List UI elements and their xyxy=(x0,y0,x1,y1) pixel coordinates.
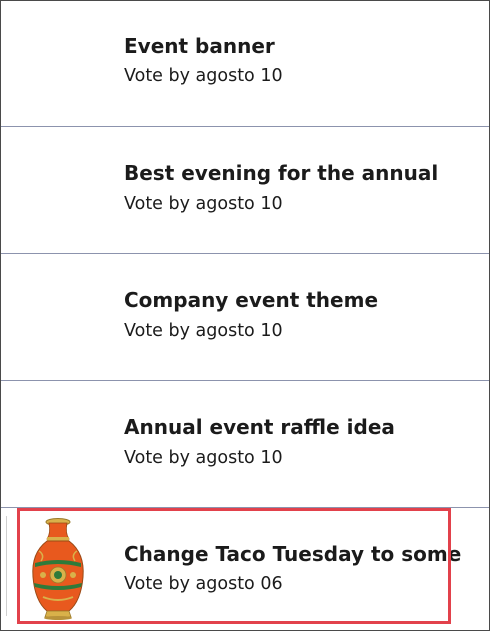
gallery-item[interactable]: Event banner Vote by agosto 10 xyxy=(1,1,489,127)
item-title: Company event theme xyxy=(124,288,379,312)
item-title: Best evening for the annual xyxy=(124,161,439,185)
item-subtitle: Vote by agosto 10 xyxy=(124,321,283,341)
item-title: Annual event raffle idea xyxy=(124,415,395,439)
gallery-item[interactable]: Company event theme Vote by agosto 10 xyxy=(1,255,489,381)
item-subtitle: Vote by agosto 10 xyxy=(124,66,283,86)
item-subtitle: Vote by agosto 10 xyxy=(124,194,283,214)
scrollbar[interactable] xyxy=(6,516,7,616)
item-subtitle: Vote by agosto 06 xyxy=(124,574,283,594)
gallery-frame: Event banner Vote by agosto 10 Best even… xyxy=(0,0,490,631)
gallery-list: Event banner Vote by agosto 10 Best even… xyxy=(1,1,489,630)
gallery-item[interactable]: Annual event raffle idea Vote by agosto … xyxy=(1,382,489,508)
vase-image xyxy=(32,518,84,620)
item-title: Event banner xyxy=(124,34,275,58)
gallery-item-selected[interactable]: Change Taco Tuesday to some Vote by agos… xyxy=(1,509,489,630)
item-subtitle: Vote by agosto 10 xyxy=(124,448,283,468)
gallery-item[interactable]: Best evening for the annual Vote by agos… xyxy=(1,128,489,254)
item-title: Change Taco Tuesday to some xyxy=(124,542,462,566)
